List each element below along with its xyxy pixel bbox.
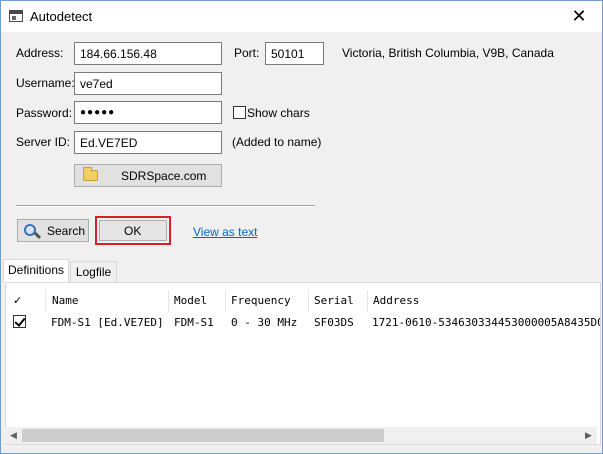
- column-header-serial[interactable]: Serial: [309, 290, 368, 312]
- close-icon[interactable]: ✕: [556, 1, 602, 32]
- server-id-field[interactable]: Ed.VE7ED: [74, 131, 222, 154]
- server-id-label: Server ID:: [16, 135, 71, 149]
- address-field[interactable]: 184.66.156.48: [74, 42, 222, 65]
- scroll-right-icon[interactable]: ▶: [580, 427, 597, 444]
- definitions-table: ✓ Name Model Frequency Serial Address FD…: [5, 282, 601, 445]
- port-field[interactable]: 50101: [265, 42, 324, 65]
- scrollbar-thumb[interactable]: [22, 429, 384, 442]
- autodetect-window: Autodetect ✕ Address: 184.66.156.48 Port…: [0, 0, 603, 454]
- ok-button-label: OK: [124, 224, 142, 238]
- row-name: FDM-S1 [Ed.VE7ED]: [51, 316, 164, 329]
- scroll-left-icon[interactable]: ◀: [5, 427, 22, 444]
- location-text: Victoria, British Columbia, V9B, Canada: [342, 46, 554, 60]
- password-field[interactable]: ●●●●●: [74, 101, 222, 124]
- port-label: Port:: [234, 46, 260, 60]
- password-label: Password:: [16, 106, 73, 120]
- column-header-address[interactable]: Address: [368, 290, 600, 312]
- tab-definitions[interactable]: Definitions: [3, 259, 69, 283]
- show-chars-checkbox[interactable]: [233, 106, 246, 119]
- folder-icon: [83, 167, 98, 181]
- show-chars-label: Show chars: [247, 106, 310, 120]
- row-model: FDM-S1: [174, 316, 214, 329]
- tab-logfile[interactable]: Logfile: [70, 261, 117, 282]
- row-address: 1721-0610-534630334453000005A8435D0000: [372, 316, 600, 329]
- sdrspace-button[interactable]: SDRSpace.com: [74, 164, 222, 187]
- row-frequency: 0 - 30 MHz: [231, 316, 298, 329]
- server-id-note: (Added to name): [232, 135, 322, 149]
- column-header-check[interactable]: ✓: [8, 290, 46, 312]
- window-title: Autodetect: [30, 9, 93, 24]
- search-button[interactable]: Search: [17, 219, 89, 242]
- horizontal-scrollbar[interactable]: ◀ ▶: [5, 427, 597, 444]
- search-button-label: Search: [47, 224, 86, 238]
- username-label: Username:: [16, 76, 75, 90]
- row-checkbox[interactable]: [13, 315, 26, 328]
- column-header-name[interactable]: Name: [47, 290, 169, 312]
- separator: [16, 205, 315, 207]
- ok-button[interactable]: OK: [99, 220, 167, 241]
- sdrspace-button-label: SDRSpace.com: [121, 169, 207, 183]
- column-header-model[interactable]: Model: [169, 290, 226, 312]
- view-as-text-link[interactable]: View as text: [193, 225, 257, 239]
- title-bar: Autodetect ✕: [1, 1, 602, 32]
- username-field[interactable]: ve7ed: [74, 72, 222, 95]
- address-label: Address:: [16, 46, 64, 60]
- row-serial: SF03DS: [314, 316, 354, 329]
- window-app-icon: [9, 10, 23, 22]
- column-header-frequency[interactable]: Frequency: [226, 290, 309, 312]
